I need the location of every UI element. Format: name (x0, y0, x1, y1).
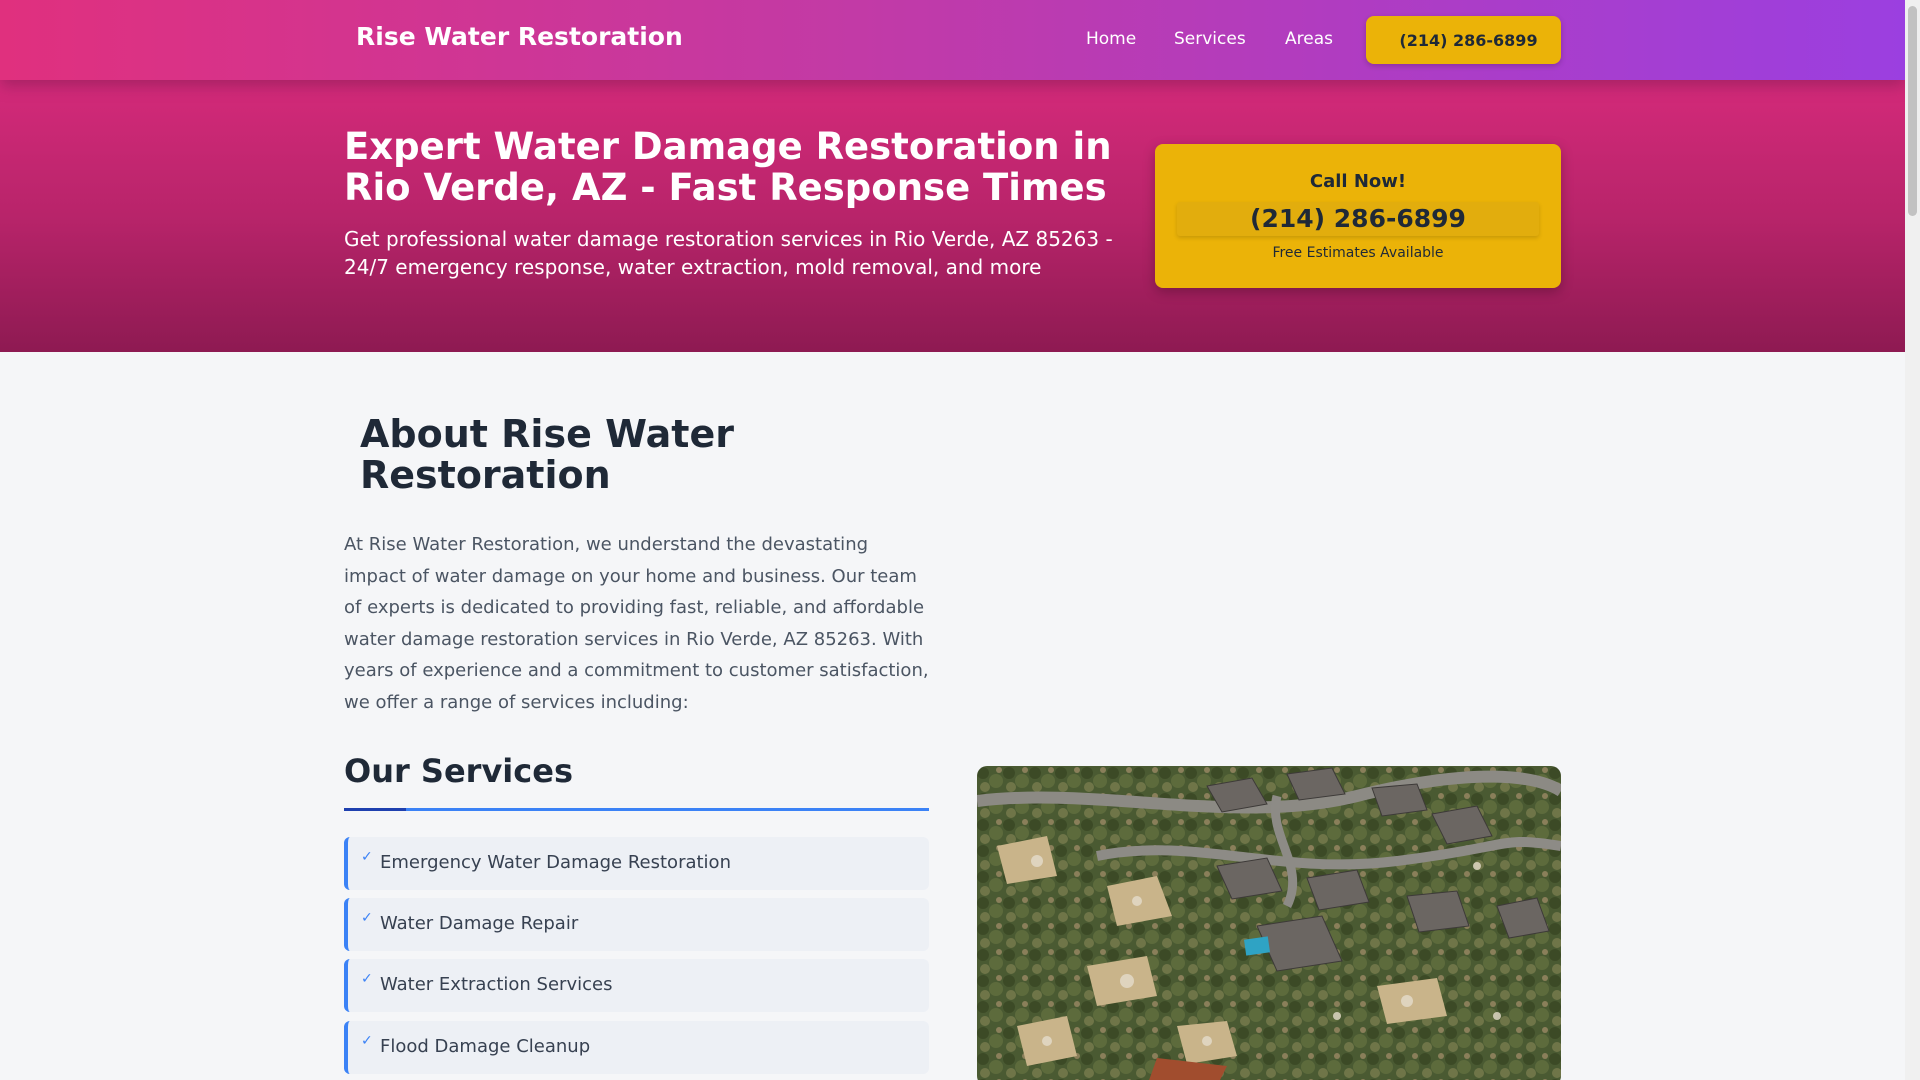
services-title: Our Services (344, 752, 573, 790)
aerial-photo-graphic (977, 766, 1561, 1080)
service-item: ✓ Water Damage Repair (344, 898, 929, 951)
site-header: Rise Water Restoration Home Services Are… (0, 0, 1905, 80)
services-divider (344, 808, 929, 811)
call-card-phone-link[interactable]: (214) 286-6899 (1177, 202, 1539, 236)
service-label: Emergency Water Damage Restoration (380, 852, 731, 873)
check-icon: ✓ (361, 910, 373, 926)
call-now-card: Call Now! (214) 286-6899 Free Estimates … (1155, 144, 1561, 288)
scrollbar-thumb[interactable] (1908, 6, 1917, 216)
service-item: ✓ Emergency Water Damage Restoration (344, 837, 929, 890)
service-item: ✓ Flood Damage Cleanup (344, 1021, 929, 1074)
service-item: ✓ Water Extraction Services (344, 959, 929, 1012)
service-label: Water Damage Repair (380, 913, 579, 934)
nav-services-link[interactable]: Services (1174, 29, 1246, 49)
brand-logo-text[interactable]: Rise Water Restoration (356, 22, 683, 51)
hero-title: Expert Water Damage Restoration in Rio V… (344, 125, 1112, 209)
check-icon: ✓ (361, 849, 373, 865)
check-icon: ✓ (361, 1033, 373, 1049)
call-card-note: Free Estimates Available (1272, 245, 1444, 261)
hero-section: Expert Water Damage Restoration in Rio V… (0, 80, 1905, 352)
about-title: About Rise Water Restoration (360, 412, 734, 497)
service-label: Water Extraction Services (380, 974, 613, 995)
services-divider-accent (344, 808, 406, 811)
header-phone-button[interactable]: (214) 286-6899 (1366, 16, 1561, 64)
check-icon: ✓ (361, 971, 373, 987)
nav-areas-link[interactable]: Areas (1285, 29, 1333, 49)
storm-damage-aerial-photo (977, 766, 1561, 1080)
service-label: Flood Damage Cleanup (380, 1036, 591, 1057)
about-paragraph: At Rise Water Restoration, we understand… (344, 534, 929, 713)
hero-subtitle: Get professional water damage restoratio… (344, 227, 1113, 279)
page-scrollbar[interactable] (1905, 0, 1920, 1080)
nav-home-link[interactable]: Home (1086, 29, 1136, 49)
call-card-title: Call Now! (1309, 171, 1407, 192)
